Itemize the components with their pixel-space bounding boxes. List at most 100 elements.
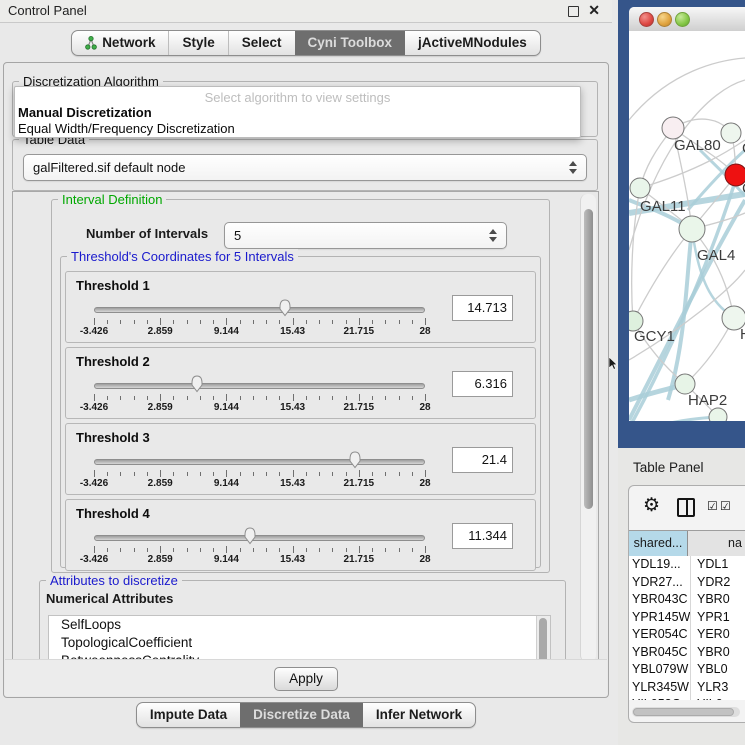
tick-mark xyxy=(319,320,320,324)
table-row[interactable]: YIL052CYIL0 xyxy=(629,696,745,700)
table-hscrollbar-thumb[interactable] xyxy=(633,708,734,716)
minimize-traffic-light-icon[interactable] xyxy=(657,12,672,27)
node-label: GAL80 xyxy=(674,137,721,154)
slider-track[interactable] xyxy=(94,459,425,465)
list-item[interactable]: TopologicalCoefficient xyxy=(49,634,550,652)
checkbox-icon[interactable]: ☑ xyxy=(720,499,731,513)
column-header[interactable]: na xyxy=(688,531,745,556)
tick-mark xyxy=(94,470,95,477)
table-row[interactable]: YBR045CYBR0 xyxy=(629,644,745,662)
number-of-intervals-label: Number of Intervals xyxy=(86,226,208,241)
tab-network[interactable]: Network xyxy=(72,31,168,55)
tick-mark xyxy=(346,396,347,400)
table-hscrollbar[interactable] xyxy=(632,707,740,717)
column-header[interactable]: shared... xyxy=(629,531,688,556)
slider-thumb[interactable] xyxy=(278,299,292,317)
threshold-value-field[interactable]: 11.344 xyxy=(452,523,513,549)
threshold-value-field[interactable]: 6.316 xyxy=(452,371,513,397)
tick-mark xyxy=(425,546,426,553)
list-scrollbar[interactable] xyxy=(536,616,550,665)
table-cell: YER0 xyxy=(691,626,730,644)
tab-style[interactable]: Style xyxy=(168,31,227,55)
slider-thumb[interactable] xyxy=(243,527,257,545)
threshold-value-field[interactable]: 21.4 xyxy=(452,447,513,473)
slider-thumb[interactable] xyxy=(348,451,362,469)
table-cell: YDL1 xyxy=(691,556,728,574)
tick-mark xyxy=(226,470,227,477)
tick-mark xyxy=(293,318,294,325)
threshold-value-field[interactable]: 14.713 xyxy=(452,295,513,321)
tick-mark xyxy=(226,394,227,401)
network-edge-thick xyxy=(629,417,718,421)
slider-track[interactable] xyxy=(94,535,425,541)
attributes-group-title: Attributes to discretize xyxy=(46,573,182,588)
algorithm-option[interactable]: Equal Width/Frequency Discretization xyxy=(15,121,580,137)
tick-label: 9.144 xyxy=(214,326,239,337)
tab-cyni-toolbox[interactable]: Cyni Toolbox xyxy=(295,31,406,55)
slider-thumb[interactable] xyxy=(190,375,204,393)
algorithm-option[interactable]: Manual Discretization xyxy=(15,105,580,121)
number-of-intervals-combo[interactable]: 5 xyxy=(224,222,507,249)
table-cell: YIL052C xyxy=(629,696,691,700)
numerical-attributes-list[interactable]: SelfLoopsTopologicalCoefficientBetweenne… xyxy=(48,615,551,665)
table-row[interactable]: YDR27...YDR2 xyxy=(629,574,745,592)
tick-mark xyxy=(425,318,426,325)
list-scrollbar-thumb[interactable] xyxy=(539,618,547,665)
close-icon[interactable]: ✕ xyxy=(588,2,600,19)
table-row[interactable]: YBR043CYBR0 xyxy=(629,591,745,609)
table-row[interactable]: YBL079WYBL0 xyxy=(629,661,745,679)
tick-mark xyxy=(107,548,108,552)
tab-select[interactable]: Select xyxy=(228,31,295,55)
network-canvas[interactable]: GAL80GACGAL11GAL4GCY1HHAP2 xyxy=(629,31,745,421)
settings-scrollbar-thumb[interactable] xyxy=(584,209,593,509)
tick-mark xyxy=(332,548,333,552)
table-cell: YPR145W xyxy=(629,609,691,627)
slider-track[interactable] xyxy=(94,383,425,389)
tick-mark xyxy=(94,546,95,553)
columns-icon[interactable] xyxy=(677,498,695,517)
table-row[interactable]: YLR345WYLR3 xyxy=(629,679,745,697)
thresholds-groupbox: Threshold's Coordinates for 5 Intervals … xyxy=(60,256,541,568)
network-node[interactable] xyxy=(630,178,650,198)
node-label: GCY1 xyxy=(634,328,675,345)
tick-mark xyxy=(200,472,201,476)
tab-impute-data[interactable]: Impute Data xyxy=(137,703,240,727)
table-cell: YBR043C xyxy=(629,591,691,609)
network-node[interactable] xyxy=(675,374,695,394)
node-table: ⚙ ☑ ☑ shared...na YDL19...YDL1YDR27...YD… xyxy=(628,485,745,723)
tab-discretize-data[interactable]: Discretize Data xyxy=(240,703,363,727)
gear-icon[interactable]: ⚙ xyxy=(643,494,660,517)
tick-label: 15.43 xyxy=(280,402,305,413)
tick-mark xyxy=(306,396,307,400)
table-row[interactable]: YDL19...YDL1 xyxy=(629,556,745,574)
apply-strip: Apply xyxy=(5,659,607,696)
network-node[interactable] xyxy=(721,123,741,143)
tab-label: Network xyxy=(102,35,155,50)
network-node[interactable] xyxy=(662,117,684,139)
control-panel-window: Control Panel ✕ NetworkStyleSelectCyni T… xyxy=(0,0,612,745)
combo-arrows-icon xyxy=(489,228,498,243)
float-window-icon[interactable] xyxy=(568,6,579,17)
thresholds-group-title: Threshold's Coordinates for 5 Intervals xyxy=(67,249,298,264)
table-row[interactable]: YPR145WYPR1 xyxy=(629,609,745,627)
tick-label-row: -3.4262.8599.14415.4321.71528 xyxy=(94,554,425,565)
tick-mark xyxy=(385,472,386,476)
tab-infer-network[interactable]: Infer Network xyxy=(363,703,475,727)
slider-track[interactable] xyxy=(94,307,425,313)
settings-scrollbar[interactable] xyxy=(580,194,596,662)
list-item[interactable]: SelfLoops xyxy=(49,616,550,634)
threshold-label: Threshold 1 xyxy=(76,278,150,293)
network-node[interactable] xyxy=(679,216,705,242)
tick-label: 15.43 xyxy=(280,478,305,489)
table-row[interactable]: YER054CYER0 xyxy=(629,626,745,644)
table-data-combo[interactable]: galFiltered.sif default node xyxy=(23,154,587,181)
zoom-traffic-light-icon[interactable] xyxy=(675,12,690,27)
checkbox-icon[interactable]: ☑ xyxy=(707,499,718,513)
tab-jactivemnodules[interactable]: jActiveMNodules xyxy=(405,31,540,55)
tick-mark xyxy=(399,320,400,324)
apply-button[interactable]: Apply xyxy=(274,667,338,691)
slider: -3.4262.8599.14415.4321.71528 xyxy=(94,450,425,488)
network-view-window: GAL80GACGAL11GAL4GCY1HHAP2 xyxy=(618,0,745,448)
network-node[interactable] xyxy=(709,408,727,421)
close-traffic-light-icon[interactable] xyxy=(639,12,654,27)
